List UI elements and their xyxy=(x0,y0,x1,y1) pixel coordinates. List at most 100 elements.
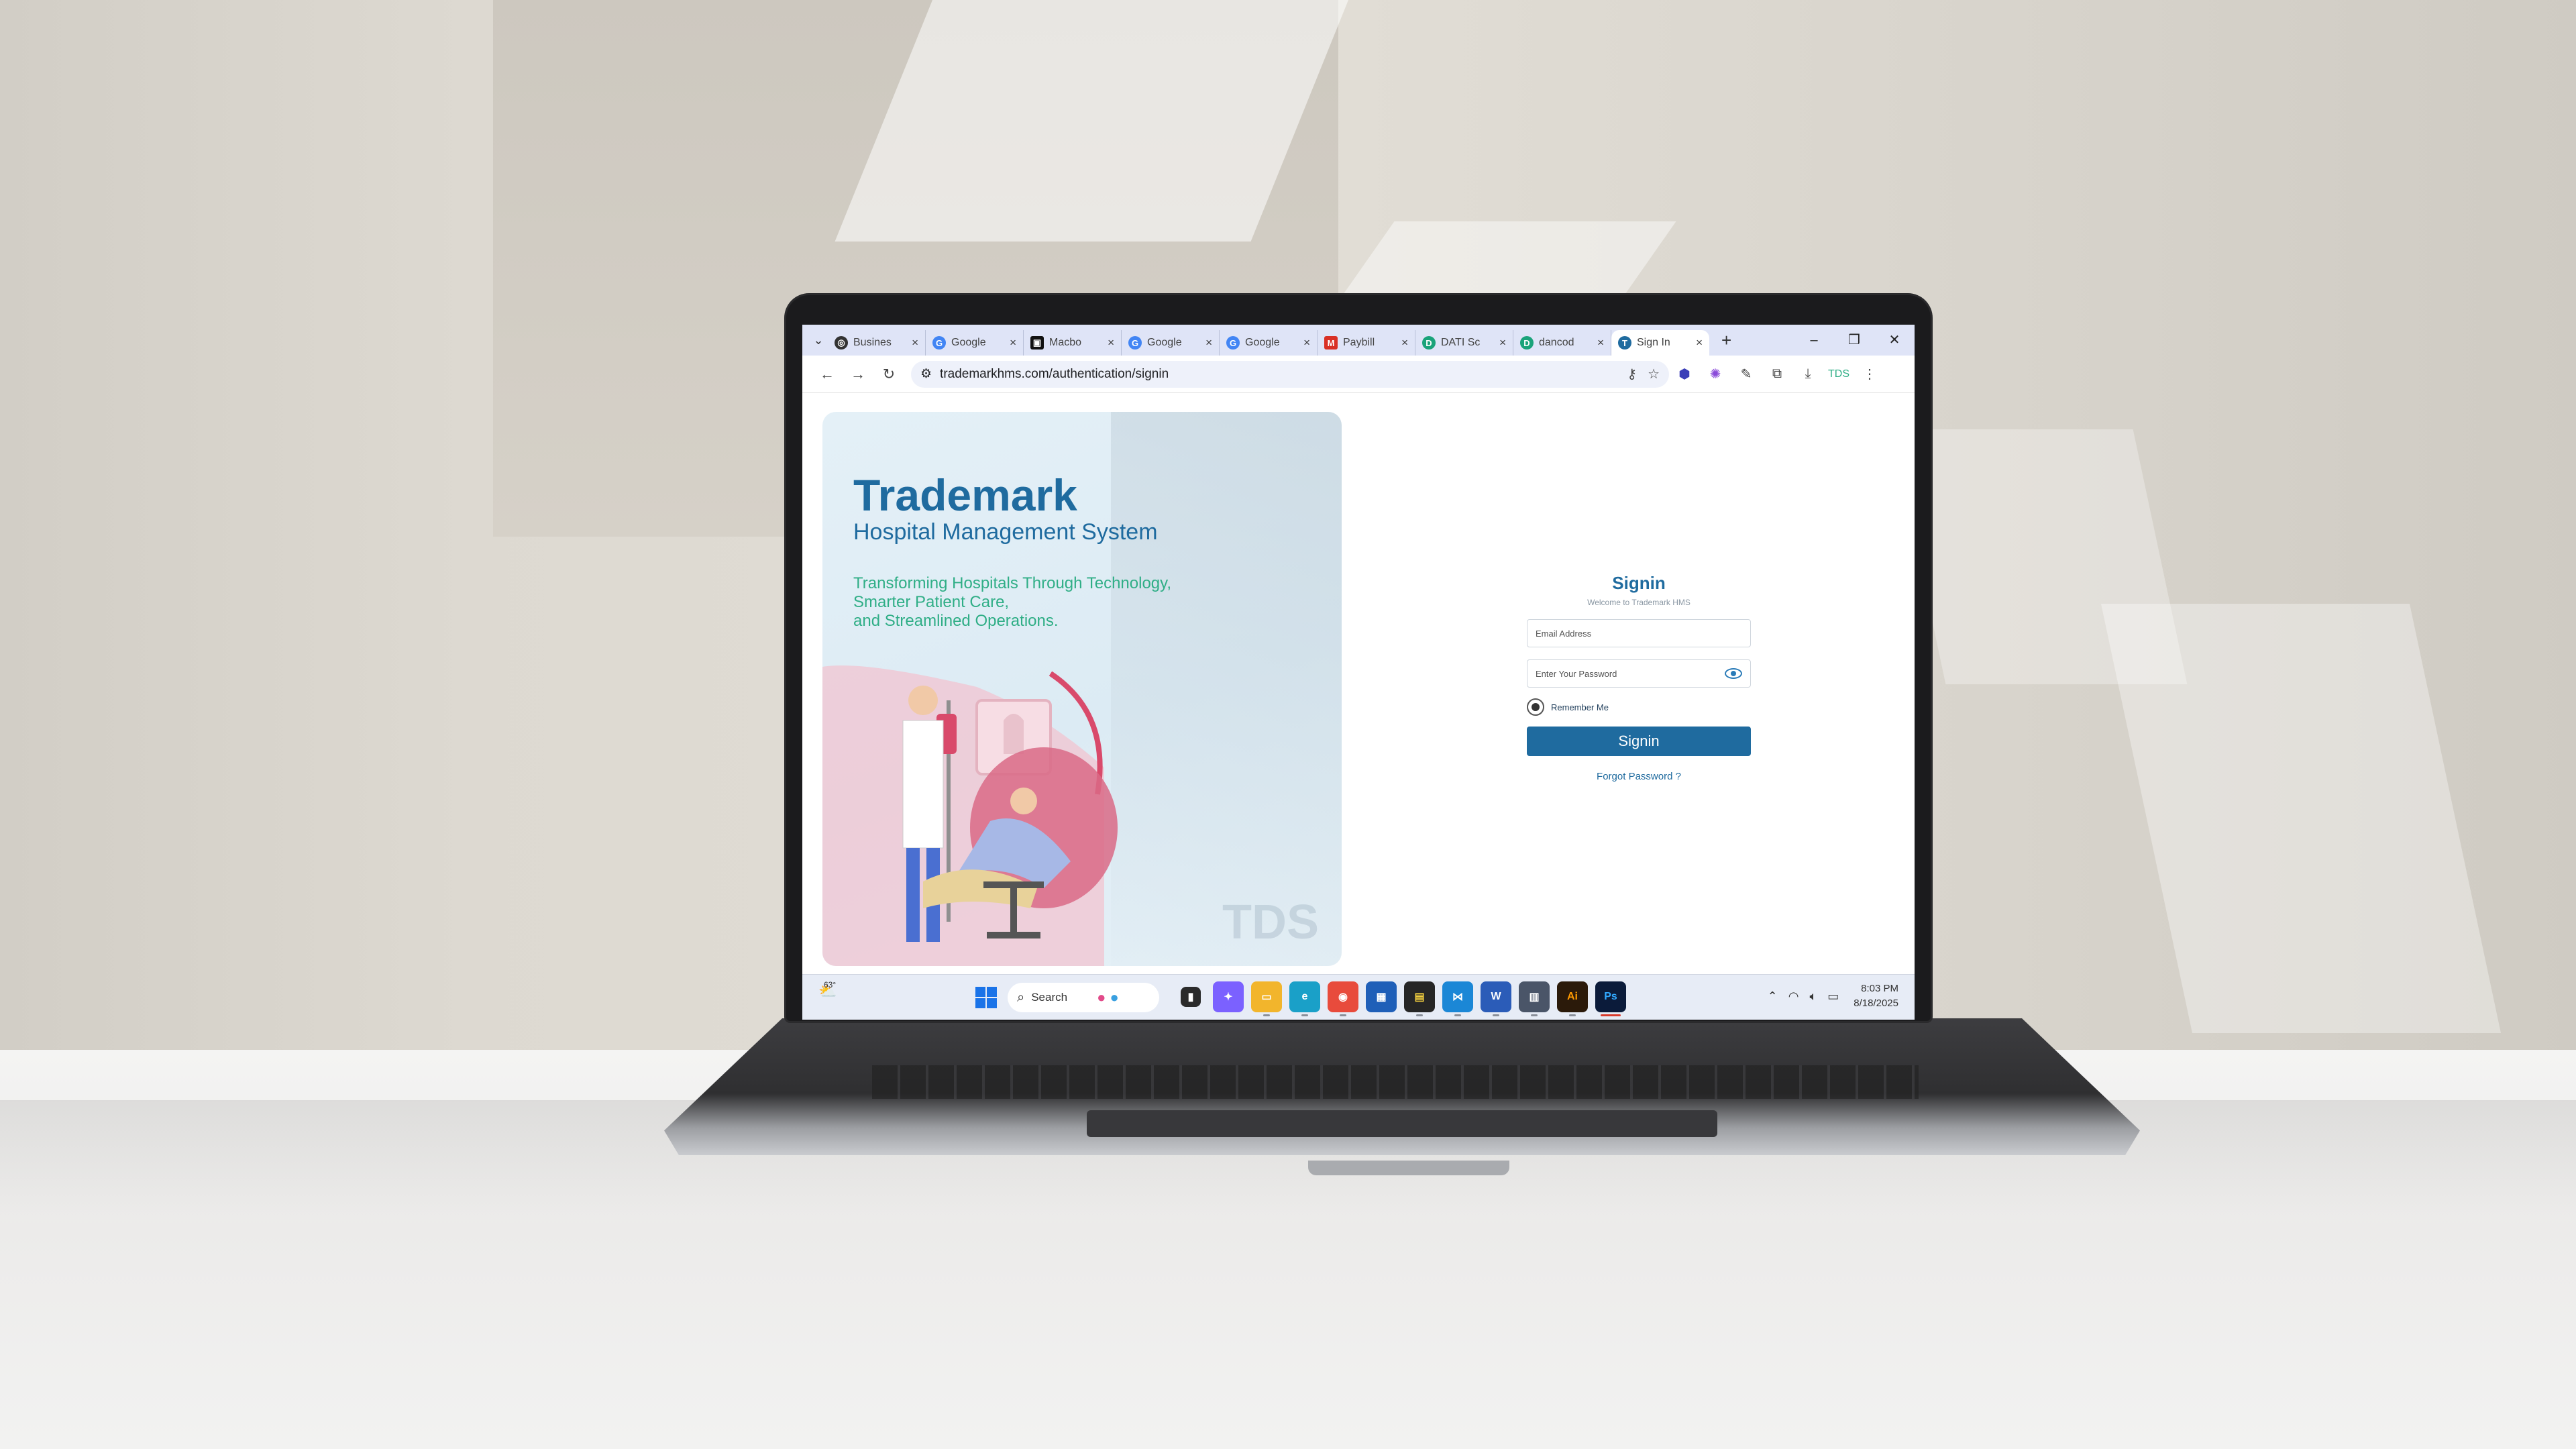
tab-close-icon[interactable]: × xyxy=(1401,336,1408,350)
chevron-up-icon[interactable]: ⌃ xyxy=(1768,989,1778,1004)
search-icon: ⌕ xyxy=(1017,989,1025,1005)
calculator-icon[interactable]: ▥ xyxy=(1519,981,1550,1016)
google-icon: G xyxy=(932,336,946,350)
tab-close-icon[interactable]: × xyxy=(912,336,918,350)
browser-tab[interactable]: D dancod × xyxy=(1513,330,1611,356)
edge-icon[interactable]: e xyxy=(1289,981,1320,1016)
email-field[interactable]: Email Address xyxy=(1527,619,1751,647)
task-view-icon[interactable]: ▮ xyxy=(1181,987,1201,1007)
brand-title: Trademark xyxy=(853,470,1077,520)
google-icon: G xyxy=(1128,336,1142,350)
tab-close-icon[interactable]: × xyxy=(1108,336,1114,350)
clock[interactable]: 8:03 PM 8/18/2025 xyxy=(1854,981,1898,1011)
extension-icon[interactable]: ⬢ xyxy=(1669,366,1700,382)
extension-icon[interactable]: ✺ xyxy=(1700,366,1731,382)
tab-label: Busines xyxy=(853,337,892,348)
site-info-icon[interactable]: ⚙ xyxy=(920,366,932,382)
minimize-icon[interactable]: – xyxy=(1794,325,1834,356)
browser-toolbar: ← → ↻ ⚙ trademarkhms.com/authentication/… xyxy=(802,356,1915,393)
reload-icon[interactable]: ↻ xyxy=(873,366,904,383)
bookmark-star-icon[interactable]: ☆ xyxy=(1648,366,1660,382)
d-logo-icon: D xyxy=(1422,336,1436,350)
hero-panel: Trademark Hospital Management System Tra… xyxy=(822,412,1342,966)
word-icon[interactable]: W xyxy=(1481,981,1511,1016)
chrome-icon[interactable]: ◉ xyxy=(1328,981,1358,1016)
download-icon[interactable]: ⤓ xyxy=(1792,366,1823,382)
restore-icon[interactable]: ❐ xyxy=(1834,325,1874,356)
clock-date: 8/18/2025 xyxy=(1854,998,1898,1009)
laptop-screen: ⌄ ◎ Busines × G Google × ▣ Macbo × G Goo… xyxy=(802,325,1915,1020)
address-bar[interactable]: ⚙ trademarkhms.com/authentication/signin… xyxy=(911,360,1669,388)
email-placeholder: Email Address xyxy=(1536,628,1592,639)
url-text[interactable]: trademarkhms.com/authentication/signin xyxy=(940,367,1616,382)
tab-label: Paybill xyxy=(1343,337,1375,348)
balloons-icon: ● ● xyxy=(1097,989,1119,1006)
laptop-trackpad xyxy=(1087,1110,1717,1137)
browser-tab[interactable]: G Google × xyxy=(1122,330,1220,356)
password-placeholder: Enter Your Password xyxy=(1536,668,1617,679)
gmail-icon: M xyxy=(1324,336,1338,350)
tab-search-dropdown-icon[interactable]: ⌄ xyxy=(809,329,828,351)
volume-icon[interactable]: 🔈︎ xyxy=(1809,989,1817,1004)
weather-widget[interactable]: ⛅ 63° xyxy=(818,980,837,1000)
start-button[interactable] xyxy=(975,987,997,1008)
tab-close-icon[interactable]: × xyxy=(1010,336,1016,350)
signin-button[interactable]: Signin xyxy=(1527,727,1751,756)
tab-label: Google xyxy=(1147,337,1182,348)
browser-tab[interactable]: D DATI Sc × xyxy=(1415,330,1513,356)
browser-tab-active[interactable]: T Sign In × xyxy=(1611,330,1709,356)
tab-label: Macbo xyxy=(1049,337,1082,348)
key-icon[interactable]: ⚷ xyxy=(1627,366,1637,382)
menu-kebab-icon[interactable]: ⋮ xyxy=(1854,366,1885,382)
illustrator-icon[interactable]: Ai xyxy=(1557,981,1588,1016)
battery-icon[interactable]: ▭ xyxy=(1827,989,1839,1004)
back-icon[interactable]: ← xyxy=(812,366,843,383)
vscode-icon[interactable]: ⋈ xyxy=(1442,981,1473,1016)
window-controls: – ❐ ✕ xyxy=(1794,325,1915,356)
wifi-icon[interactable]: ◠ xyxy=(1788,989,1799,1004)
page-content: Trademark Hospital Management System Tra… xyxy=(802,393,1915,966)
tagline-line: and Streamlined Operations. xyxy=(853,612,1059,630)
d-logo-icon: D xyxy=(1520,336,1534,350)
tab-close-icon[interactable]: × xyxy=(1205,336,1212,350)
tagline-line: Smarter Patient Care, xyxy=(853,593,1010,611)
pen-icon[interactable]: ✎ xyxy=(1731,366,1762,382)
show-password-icon[interactable] xyxy=(1725,668,1742,679)
weather-temp: 63° xyxy=(824,980,837,989)
new-tab-button[interactable]: + xyxy=(1721,330,1731,351)
browser-tab[interactable]: ◎ Busines × xyxy=(828,330,926,356)
tab-label: Google xyxy=(1245,337,1280,348)
file-explorer-icon[interactable]: ▭ xyxy=(1251,981,1282,1016)
profile-avatar[interactable]: TDS xyxy=(1823,368,1854,380)
browser-tab[interactable]: ▣ Macbo × xyxy=(1024,330,1122,356)
browser-tab[interactable]: G Google × xyxy=(926,330,1024,356)
remember-me-radio[interactable] xyxy=(1527,698,1544,716)
copilot-icon[interactable]: ✦ xyxy=(1213,981,1244,1012)
remember-me-option[interactable]: Remember Me xyxy=(1527,698,1751,716)
browser-tab[interactable]: G Google × xyxy=(1220,330,1318,356)
sticky-notes-icon[interactable]: ▤ xyxy=(1404,981,1435,1016)
tagline-line: Transforming Hospitals Through Technolog… xyxy=(853,574,1172,592)
tab-close-icon[interactable]: × xyxy=(1597,336,1604,350)
remember-me-label: Remember Me xyxy=(1551,702,1609,712)
browser-tab-strip: ⌄ ◎ Busines × G Google × ▣ Macbo × G Goo… xyxy=(802,325,1915,356)
tab-close-icon[interactable]: × xyxy=(1303,336,1310,350)
forgot-password-link[interactable]: Forgot Password ? xyxy=(1527,771,1751,782)
browser-tab[interactable]: M Paybill × xyxy=(1318,330,1415,356)
forward-icon[interactable]: → xyxy=(843,366,873,383)
laptop-keyboard xyxy=(872,1065,1919,1099)
laptop-front-notch xyxy=(1308,1161,1509,1175)
taskbar-search[interactable]: ⌕ Search ● ● xyxy=(1008,983,1159,1012)
signin-subtitle: Welcome to Trademark HMS xyxy=(1587,598,1690,607)
puzzle-icon[interactable]: ⧉ xyxy=(1762,366,1792,382)
close-icon[interactable]: ✕ xyxy=(1874,325,1915,356)
globe-icon: ◎ xyxy=(835,336,848,350)
store-icon[interactable]: ▦ xyxy=(1366,981,1397,1012)
photoshop-icon[interactable]: Ps xyxy=(1595,981,1626,1016)
sunlight-patch xyxy=(1342,221,1676,295)
hospital-illustration xyxy=(822,665,1118,966)
password-field[interactable]: Enter Your Password xyxy=(1527,659,1751,688)
tab-close-icon[interactable]: × xyxy=(1696,336,1703,350)
square-logo-icon: ▣ xyxy=(1030,336,1044,350)
tab-close-icon[interactable]: × xyxy=(1499,336,1506,350)
